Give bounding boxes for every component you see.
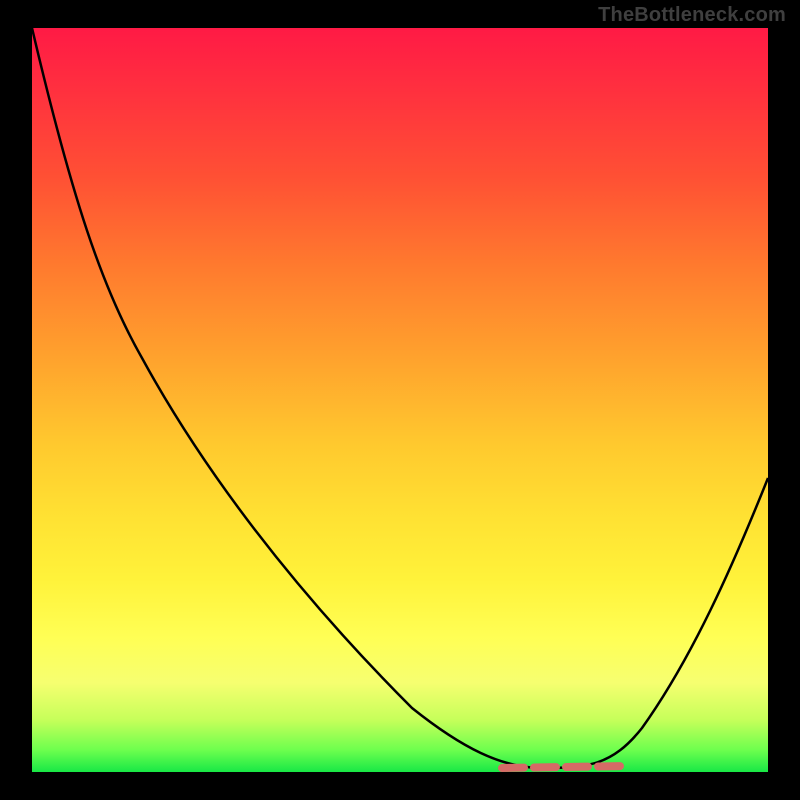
curve-line — [32, 28, 768, 768]
watermark-text: TheBottleneck.com — [598, 4, 786, 27]
bottleneck-curve — [32, 28, 768, 772]
chart-container: TheBottleneck.com — [0, 0, 800, 800]
plot-area — [32, 28, 768, 772]
optimal-range-marker — [502, 766, 627, 768]
